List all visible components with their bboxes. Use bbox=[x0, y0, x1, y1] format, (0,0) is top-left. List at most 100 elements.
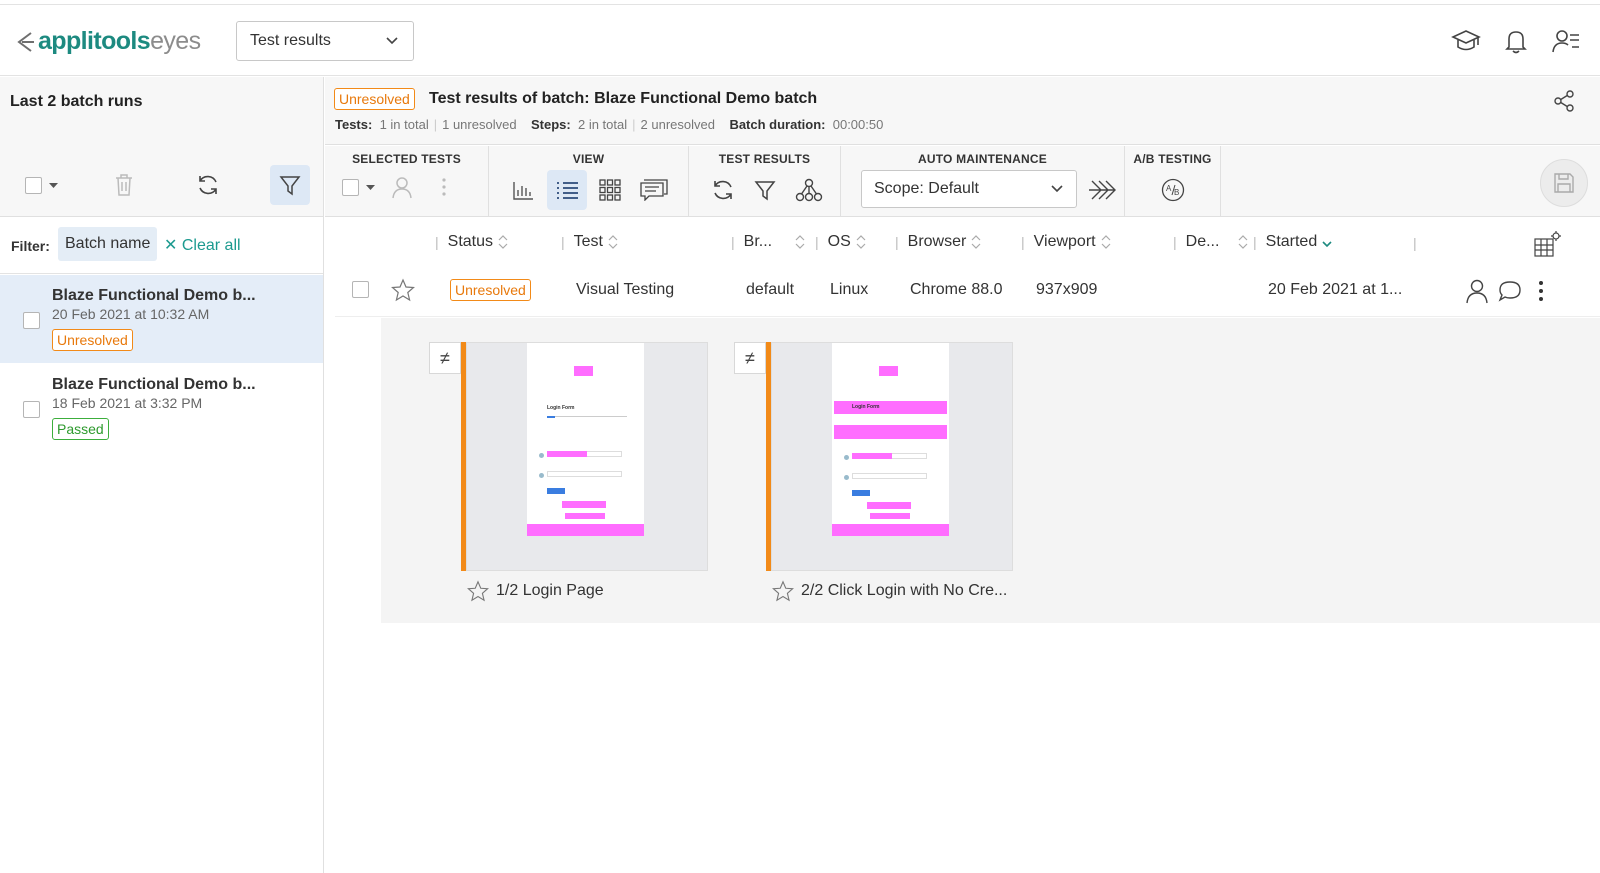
batch-list-title: Last 2 batch runs bbox=[10, 93, 143, 110]
filter-icon bbox=[279, 176, 301, 196]
batch-date: 18 Feb 2021 at 3:32 PM bbox=[52, 395, 203, 411]
batch-list-item[interactable]: Blaze Functional Demo b... 18 Feb 2021 a… bbox=[0, 364, 323, 452]
caret-down-icon[interactable] bbox=[49, 183, 58, 189]
graduation-cap-icon[interactable] bbox=[1450, 25, 1482, 57]
ab-testing-group: A/B TESTING AB bbox=[1125, 146, 1221, 216]
column-started[interactable]: | Started bbox=[1253, 233, 1332, 251]
view-list-button[interactable] bbox=[547, 170, 587, 210]
table-settings-icon[interactable] bbox=[1534, 230, 1562, 258]
star-icon[interactable] bbox=[467, 580, 489, 602]
ab-test-icon: AB bbox=[1161, 178, 1185, 202]
column-browser-label: Browser bbox=[907, 233, 967, 250]
screenshot-heading: Login Form bbox=[852, 404, 880, 410]
batch-stats: Tests: 1 in total | 1 unresolved Steps: 2 … bbox=[335, 117, 884, 132]
test-name[interactable]: Visual Testing bbox=[576, 281, 674, 299]
results-toolbar: SELECTED TESTS VIEW TEST RESULTS AUTO MA… bbox=[325, 146, 1600, 217]
more-options-icon[interactable] bbox=[1538, 280, 1544, 302]
toggle-differences-button[interactable]: ≠ bbox=[734, 342, 766, 374]
column-browser[interactable]: | Browser bbox=[895, 233, 981, 251]
svg-text:A: A bbox=[1166, 184, 1172, 193]
list-icon bbox=[557, 182, 578, 199]
column-test[interactable]: | Test bbox=[561, 233, 618, 251]
batch-checkbox[interactable] bbox=[23, 401, 40, 418]
select-all-batches-checkbox[interactable] bbox=[25, 177, 42, 194]
auto-maintenance-title: AUTO MAINTENANCE bbox=[918, 152, 1047, 166]
column-os-label: OS bbox=[827, 233, 851, 250]
comment-icon[interactable] bbox=[1498, 279, 1522, 303]
test-row-checkbox[interactable] bbox=[352, 281, 369, 298]
test-viewport: 937x909 bbox=[1036, 281, 1098, 298]
logo-text-applitools: applitools bbox=[38, 27, 151, 55]
caret-down-icon[interactable] bbox=[366, 185, 375, 191]
star-icon[interactable] bbox=[391, 278, 415, 302]
column-viewport[interactable]: | Viewport bbox=[1021, 233, 1111, 251]
batch-list-panel: Last 2 batch runs Filter: Batch name ✕ C… bbox=[0, 77, 324, 873]
page-selector-value: Test results bbox=[250, 32, 331, 49]
filter-label: Filter: bbox=[11, 238, 50, 254]
column-branch[interactable]: | Br... bbox=[731, 233, 805, 251]
group-results-button[interactable] bbox=[789, 170, 829, 210]
test-results-group: TEST RESULTS bbox=[689, 146, 841, 216]
sort-icon bbox=[856, 235, 866, 249]
applitools-logo-icon bbox=[17, 31, 34, 52]
share-icon[interactable] bbox=[1552, 89, 1576, 113]
scope-dropdown[interactable]: Scope: Default bbox=[861, 170, 1077, 208]
screenshot-preview: Login Form bbox=[832, 343, 949, 536]
refresh-results-button[interactable] bbox=[703, 170, 743, 210]
column-test-label: Test bbox=[573, 233, 603, 250]
column-status[interactable]: | Status bbox=[435, 233, 508, 251]
page-selector-dropdown[interactable]: Test results bbox=[236, 21, 414, 61]
batch-checkbox[interactable] bbox=[23, 312, 40, 329]
toggle-differences-button[interactable]: ≠ bbox=[429, 342, 461, 374]
column-os[interactable]: | OS bbox=[815, 233, 866, 251]
top-header: applitoolseyes Test results bbox=[0, 4, 1600, 76]
view-grid-button[interactable] bbox=[590, 170, 630, 210]
step-name[interactable]: 2/2 Click Login with No Cre... bbox=[801, 582, 1007, 600]
screenshot-heading: Login Form bbox=[547, 405, 575, 411]
clear-all-filters-link[interactable]: ✕ Clear all bbox=[164, 235, 241, 255]
column-device[interactable]: | De... bbox=[1173, 233, 1248, 251]
refresh-batches-button[interactable] bbox=[188, 165, 228, 205]
more-options-icon[interactable] bbox=[441, 177, 447, 197]
ab-testing-button[interactable]: AB bbox=[1153, 170, 1193, 210]
user-settings-icon[interactable] bbox=[1550, 25, 1582, 57]
applitools-logo[interactable]: applitoolseyes bbox=[16, 27, 201, 56]
step-name[interactable]: 1/2 Login Page bbox=[496, 582, 604, 600]
bell-icon[interactable] bbox=[1500, 25, 1532, 57]
filter-icon bbox=[754, 181, 776, 201]
batch-status-badge: Unresolved bbox=[334, 88, 415, 110]
save-button[interactable] bbox=[1540, 159, 1588, 207]
selected-tests-title: SELECTED TESTS bbox=[352, 152, 461, 166]
logo-text-eyes: eyes bbox=[150, 27, 201, 55]
filter-batches-button[interactable] bbox=[270, 165, 310, 205]
batch-list-item[interactable]: Blaze Functional Demo b... 20 Feb 2021 a… bbox=[0, 275, 323, 363]
view-stats-button[interactable] bbox=[503, 170, 543, 210]
hierarchy-icon bbox=[795, 178, 823, 202]
assign-user-icon[interactable] bbox=[390, 175, 414, 199]
step-thumbnail[interactable]: Login Form bbox=[771, 342, 1013, 571]
step-caption: 2/2 Click Login with No Cre... bbox=[772, 580, 1007, 602]
filter-results-button[interactable] bbox=[745, 170, 785, 210]
sort-icon bbox=[971, 235, 981, 249]
test-results-panel: Unresolved Test results of batch: Blaze … bbox=[325, 77, 1600, 873]
table-row[interactable]: Unresolved Visual Testing default Linux … bbox=[335, 265, 1600, 317]
test-steps-panel: ≠ Login Form 1/2 Login Page ≠ Login Form… bbox=[381, 318, 1600, 623]
step-thumbnail[interactable]: Login Form bbox=[466, 342, 708, 571]
sort-icon bbox=[1239, 235, 1248, 249]
view-details-button[interactable] bbox=[634, 170, 674, 210]
chevron-down-icon bbox=[1051, 185, 1063, 193]
batch-summary-header: Unresolved Test results of batch: Blaze … bbox=[325, 77, 1600, 145]
sort-desc-icon bbox=[1322, 241, 1332, 248]
star-icon[interactable] bbox=[772, 580, 794, 602]
select-all-tests-checkbox[interactable] bbox=[342, 179, 359, 196]
assign-user-icon[interactable] bbox=[1464, 278, 1490, 304]
step-card: ≠ Login Form bbox=[734, 342, 1018, 602]
delete-batch-button[interactable] bbox=[104, 165, 144, 205]
filter-chip-batch-name[interactable]: Batch name bbox=[58, 227, 158, 261]
batch-name: Blaze Functional Demo b... bbox=[52, 376, 256, 393]
column-device-label: De... bbox=[1185, 233, 1220, 250]
apply-maintenance-button[interactable] bbox=[1083, 170, 1123, 210]
step-caption: 1/2 Login Page bbox=[467, 580, 604, 602]
column-branch-label: Br... bbox=[743, 233, 773, 250]
svg-text:B: B bbox=[1174, 188, 1179, 197]
